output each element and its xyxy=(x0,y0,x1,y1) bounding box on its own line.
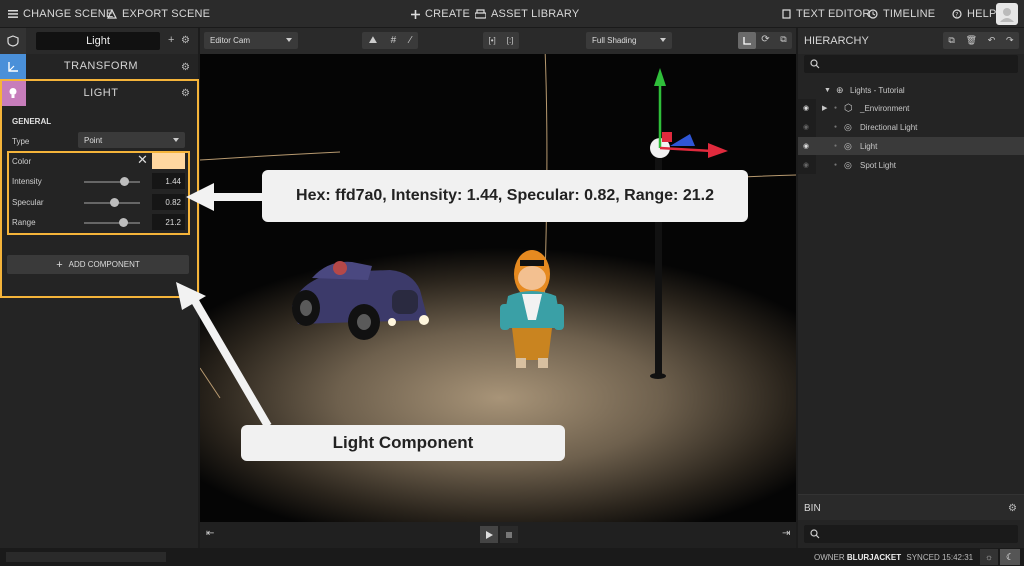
annotation-arrows xyxy=(176,183,272,429)
values-callout: Hex: ffd7a0, Intensity: 1.44, Specular: … xyxy=(262,170,748,222)
component-callout: Light Component xyxy=(241,425,565,461)
